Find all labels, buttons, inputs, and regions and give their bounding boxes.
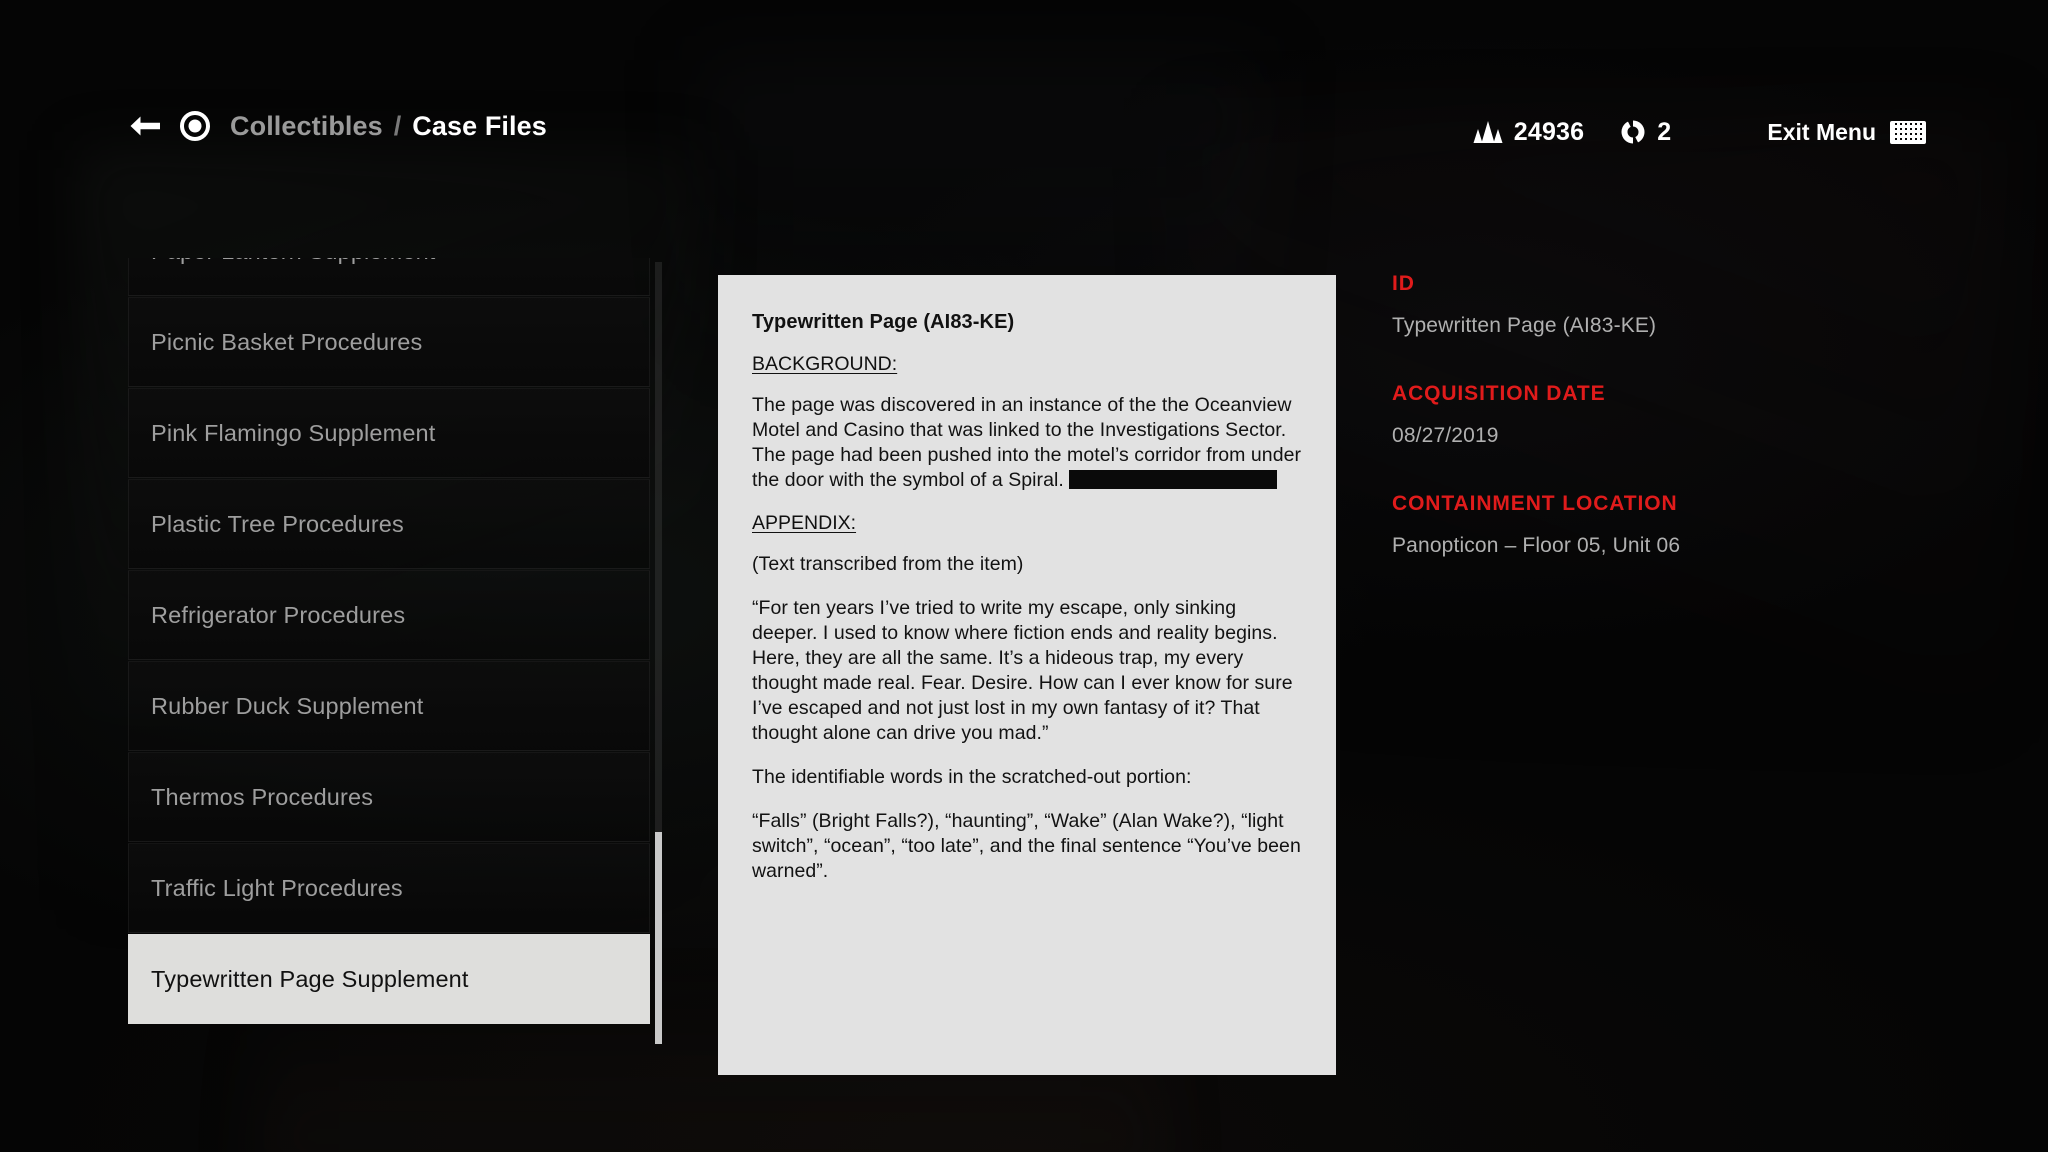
breadcrumb: Collectibles / Case Files [128, 104, 547, 148]
list-item[interactable]: Plastic Tree Procedures [128, 479, 650, 569]
list-scrollbar-track[interactable] [655, 262, 662, 1044]
source-energy-icon [1473, 120, 1503, 144]
metadata-field-label: ACQUISITION DATE [1392, 382, 1606, 405]
document-title: Typewritten Page (AI83-KE) [752, 311, 1015, 333]
list-item-label: Thermos Procedures [151, 783, 374, 810]
list-item-label: Pink Flamingo Supplement [151, 419, 436, 446]
metadata-panel: ID Typewritten Page (AI83-KE) ACQUISITION … [1392, 272, 1912, 602]
metadata-field-label: CONTAINMENT LOCATION [1392, 492, 1678, 515]
hud-ability-stat: 2 [1620, 118, 1671, 147]
case-files-list[interactable]: Paper Lantern Supplement Picnic Basket Pr… [128, 258, 650, 1048]
ability-charge-value: 2 [1657, 117, 1672, 146]
back-arrow-icon[interactable] [128, 114, 180, 138]
list-item[interactable]: Refrigerator Procedures [128, 570, 650, 660]
source-energy-value: 24936 [1513, 117, 1585, 146]
metadata-field-value: Typewritten Page (AI83-KE) [1392, 314, 1657, 337]
list-item[interactable]: Traffic Light Procedures [128, 843, 650, 933]
list-item-label: Picnic Basket Procedures [151, 328, 423, 355]
exit-menu-label: Exit Menu [1767, 118, 1876, 145]
hud-source-stat: 24936 [1473, 118, 1585, 147]
list-item-label: Traffic Light Procedures [151, 874, 403, 901]
document-background-text: The page was discovered in an instance o… [752, 393, 1302, 493]
metadata-field-value: 08/27/2019 [1392, 424, 1499, 447]
record-circle-icon [180, 111, 210, 141]
metadata-field: ACQUISITION DATE 08/27/2019 [1392, 382, 1912, 448]
list-scrollbar-thumb[interactable] [655, 832, 662, 1044]
list-item-label: Paper Lantern Supplement [151, 258, 436, 265]
document-scratched-words: “Falls” (Bright Falls?), “haunting”, “Wa… [752, 810, 1301, 882]
top-bar: Collectibles / Case Files 24936 2 Exit M… [0, 0, 2048, 180]
list-item[interactable]: Rubber Duck Supplement [128, 661, 650, 751]
metadata-field: CONTAINMENT LOCATION Panopticon – Floor 0… [1392, 492, 1912, 558]
list-item-label: Plastic Tree Procedures [151, 510, 404, 537]
breadcrumb-current: Case Files [412, 110, 547, 141]
breadcrumb-parent[interactable]: Collectibles [230, 111, 383, 142]
metadata-field: ID Typewritten Page (AI83-KE) [1392, 272, 1912, 338]
metadata-field-label: ID [1392, 272, 1415, 295]
document-quote: “For ten years I’ve tried to write my es… [752, 597, 1293, 744]
hud-stats: 24936 2 Exit Menu [1473, 112, 1926, 152]
list-item-label: Typewritten Page Supplement [151, 965, 469, 992]
list-item-label: Refrigerator Procedures [151, 601, 406, 628]
case-files-list-inner: Paper Lantern Supplement Picnic Basket Pr… [128, 258, 650, 1025]
document-scratched-intro: The identifiable words in the scratched-… [752, 766, 1192, 788]
list-item[interactable]: Paper Lantern Supplement [128, 258, 650, 296]
metadata-field-value: Panopticon – Floor 05, Unit 06 [1392, 534, 1681, 557]
document-appendix-note: (Text transcribed from the item) [752, 553, 1024, 575]
list-item[interactable]: Thermos Procedures [128, 752, 650, 842]
list-item[interactable]: Pink Flamingo Supplement [128, 388, 650, 478]
keyboard-icon [1890, 120, 1926, 144]
ability-charge-icon [1620, 119, 1646, 145]
document-appendix-heading: APPENDIX: [752, 512, 857, 534]
document-panel: Typewritten Page (AI83-KE) BACKGROUND: T… [718, 275, 1336, 1075]
list-item[interactable]: Picnic Basket Procedures [128, 297, 650, 387]
redaction-bar-icon [1068, 470, 1277, 489]
breadcrumb-separator: / [393, 110, 402, 141]
list-item[interactable]: Typewritten Page Supplement [128, 934, 650, 1024]
document-background-heading: BACKGROUND: [752, 353, 898, 375]
exit-menu-button[interactable]: Exit Menu [1767, 119, 1926, 146]
list-item-label: Rubber Duck Supplement [151, 692, 424, 719]
